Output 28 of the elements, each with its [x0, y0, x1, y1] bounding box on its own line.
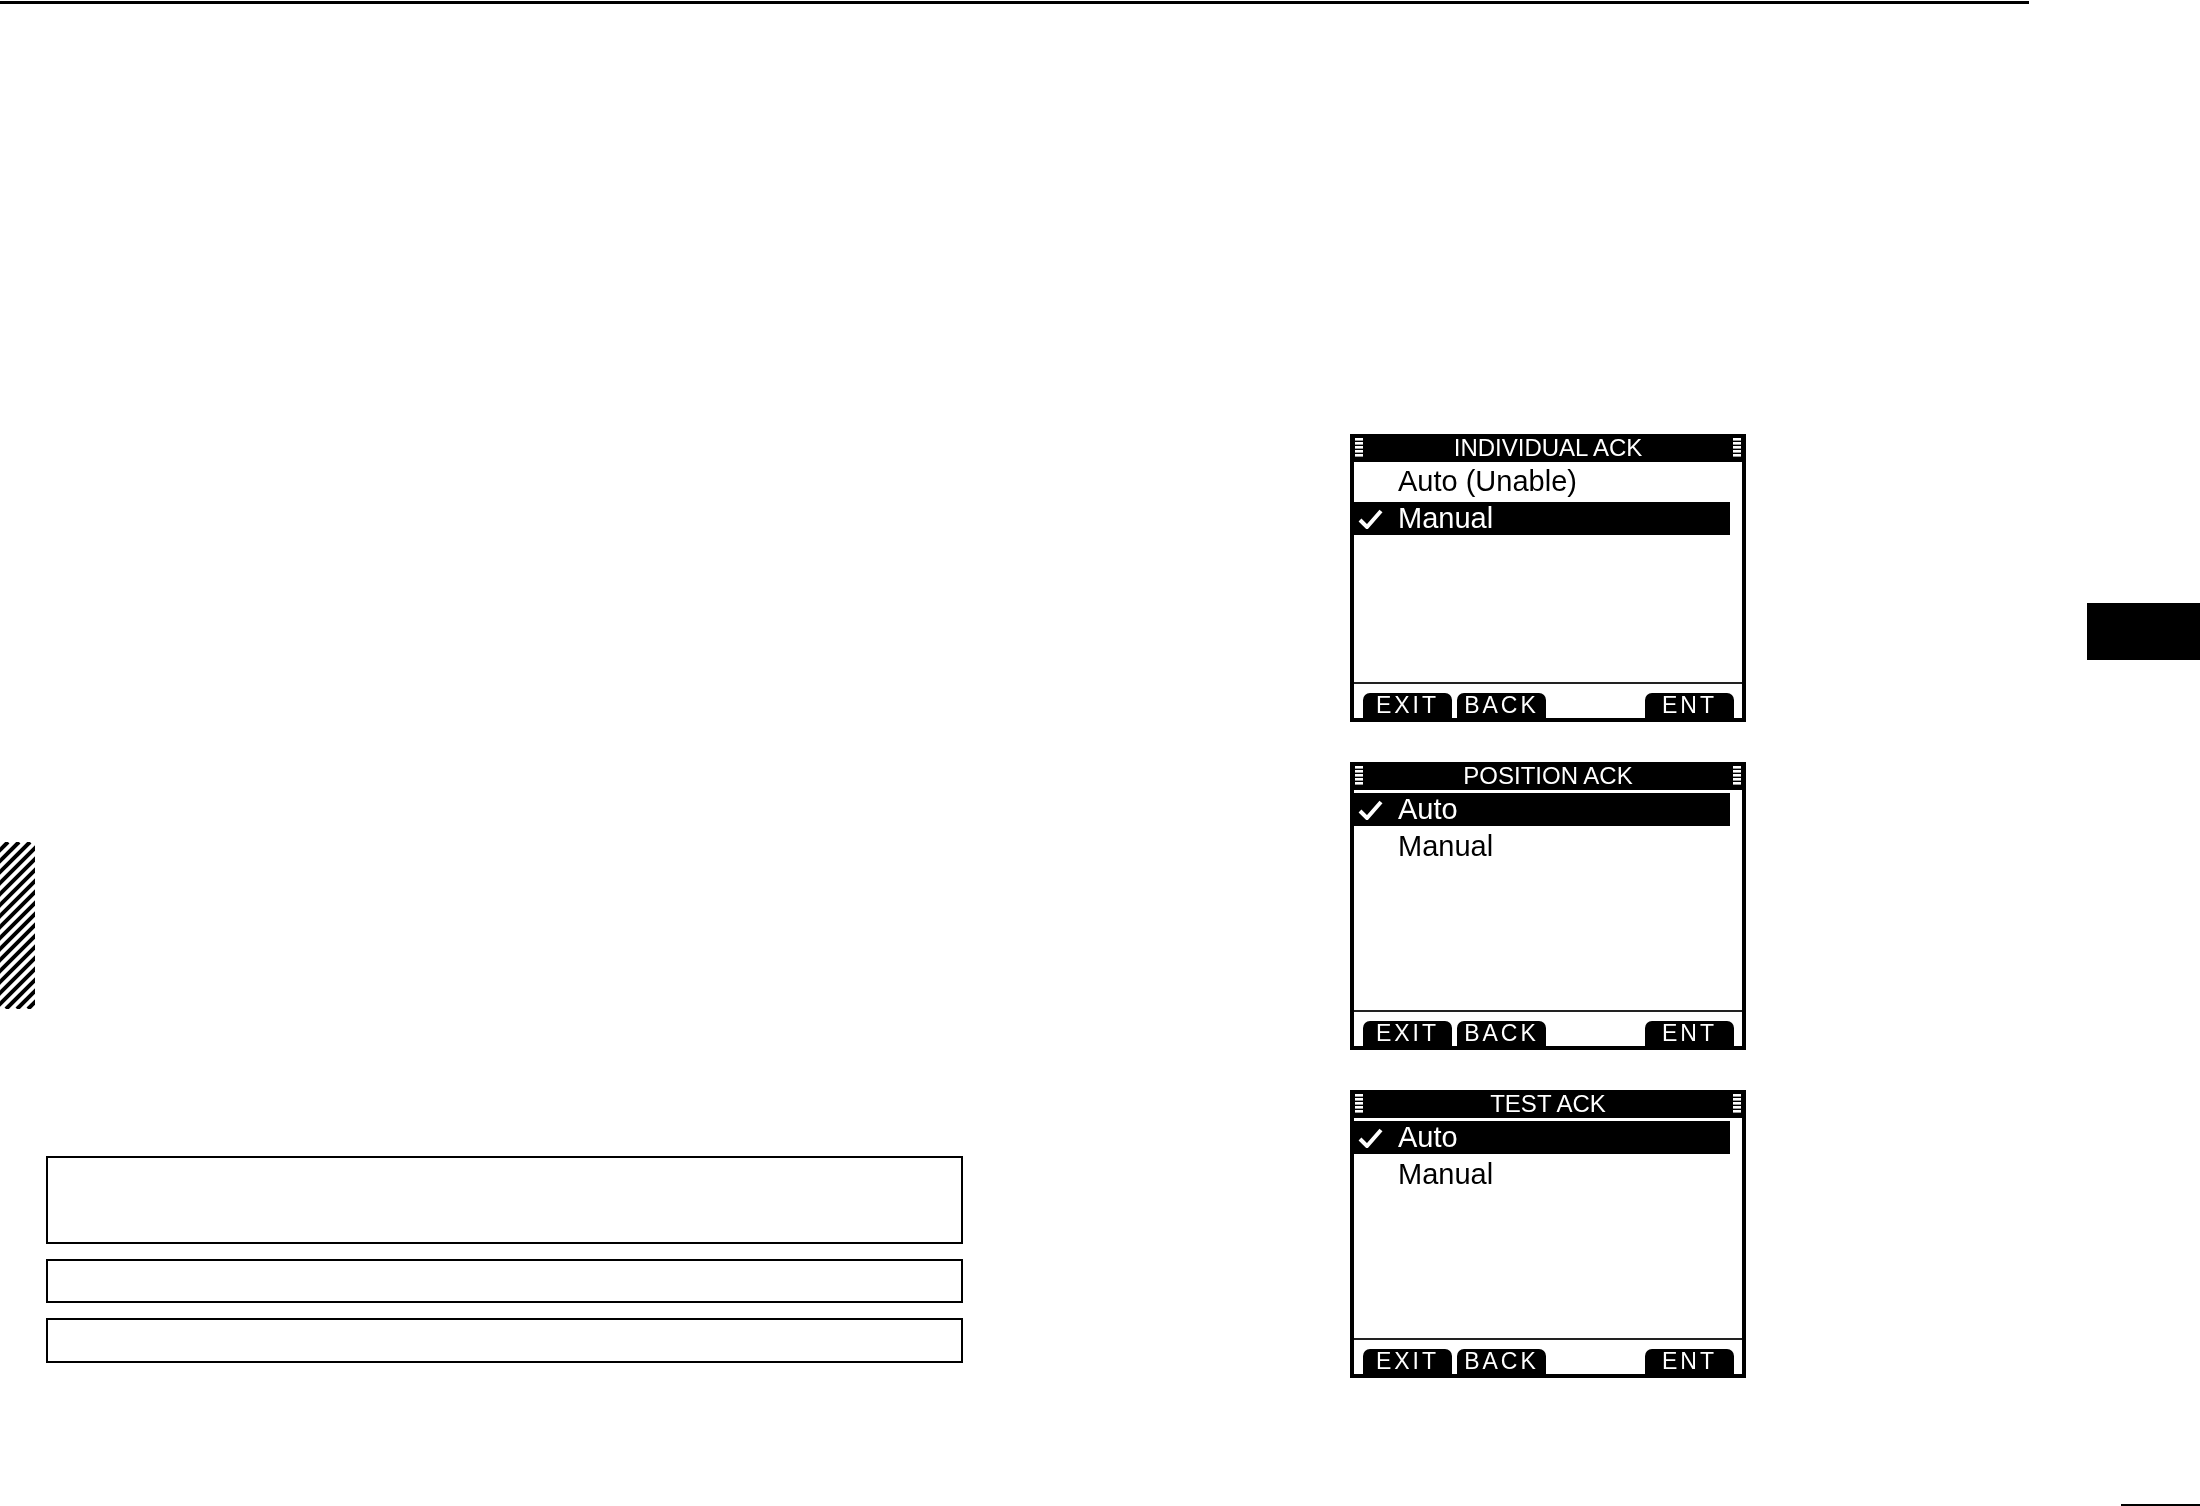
menu-option[interactable]: Auto	[1354, 793, 1730, 826]
hatched-strip-icon	[0, 842, 35, 1009]
menu-option[interactable]: Auto	[1354, 1121, 1730, 1154]
stacked-bars-icon	[1355, 438, 1363, 458]
stacked-bars-icon	[1733, 766, 1741, 786]
checkmark-icon	[1358, 799, 1383, 820]
softkey-button[interactable]: EXIT	[1363, 693, 1452, 718]
stacked-bars-icon	[1733, 1094, 1741, 1114]
checkmark-icon	[1358, 508, 1383, 529]
checkmark-icon	[1358, 1127, 1383, 1148]
menu-option[interactable]: Auto (Unable)	[1354, 465, 1730, 498]
menu-option[interactable]: Manual	[1354, 1158, 1730, 1191]
softkey-button[interactable]: BACK	[1457, 1349, 1546, 1374]
softkey-button[interactable]: ENT	[1645, 693, 1734, 718]
softkey-button[interactable]: BACK	[1457, 693, 1546, 718]
softkey-button[interactable]: BACK	[1457, 1021, 1546, 1046]
screen-title: TEST ACK	[1490, 1090, 1606, 1118]
softkey-button[interactable]: EXIT	[1363, 1349, 1452, 1374]
screen-title: POSITION ACK	[1463, 762, 1633, 790]
menu-option[interactable]: Manual	[1354, 502, 1730, 535]
stacked-bars-icon	[1355, 1094, 1363, 1114]
softkey-button[interactable]: ENT	[1645, 1021, 1734, 1046]
softkey-button[interactable]: EXIT	[1363, 1021, 1452, 1046]
menu-option[interactable]: Manual	[1354, 830, 1730, 863]
softkey-button[interactable]: ENT	[1645, 1349, 1734, 1374]
screen-title: INDIVIDUAL ACK	[1453, 434, 1643, 462]
stacked-bars-icon	[1733, 438, 1741, 458]
stacked-bars-icon	[1355, 766, 1363, 786]
